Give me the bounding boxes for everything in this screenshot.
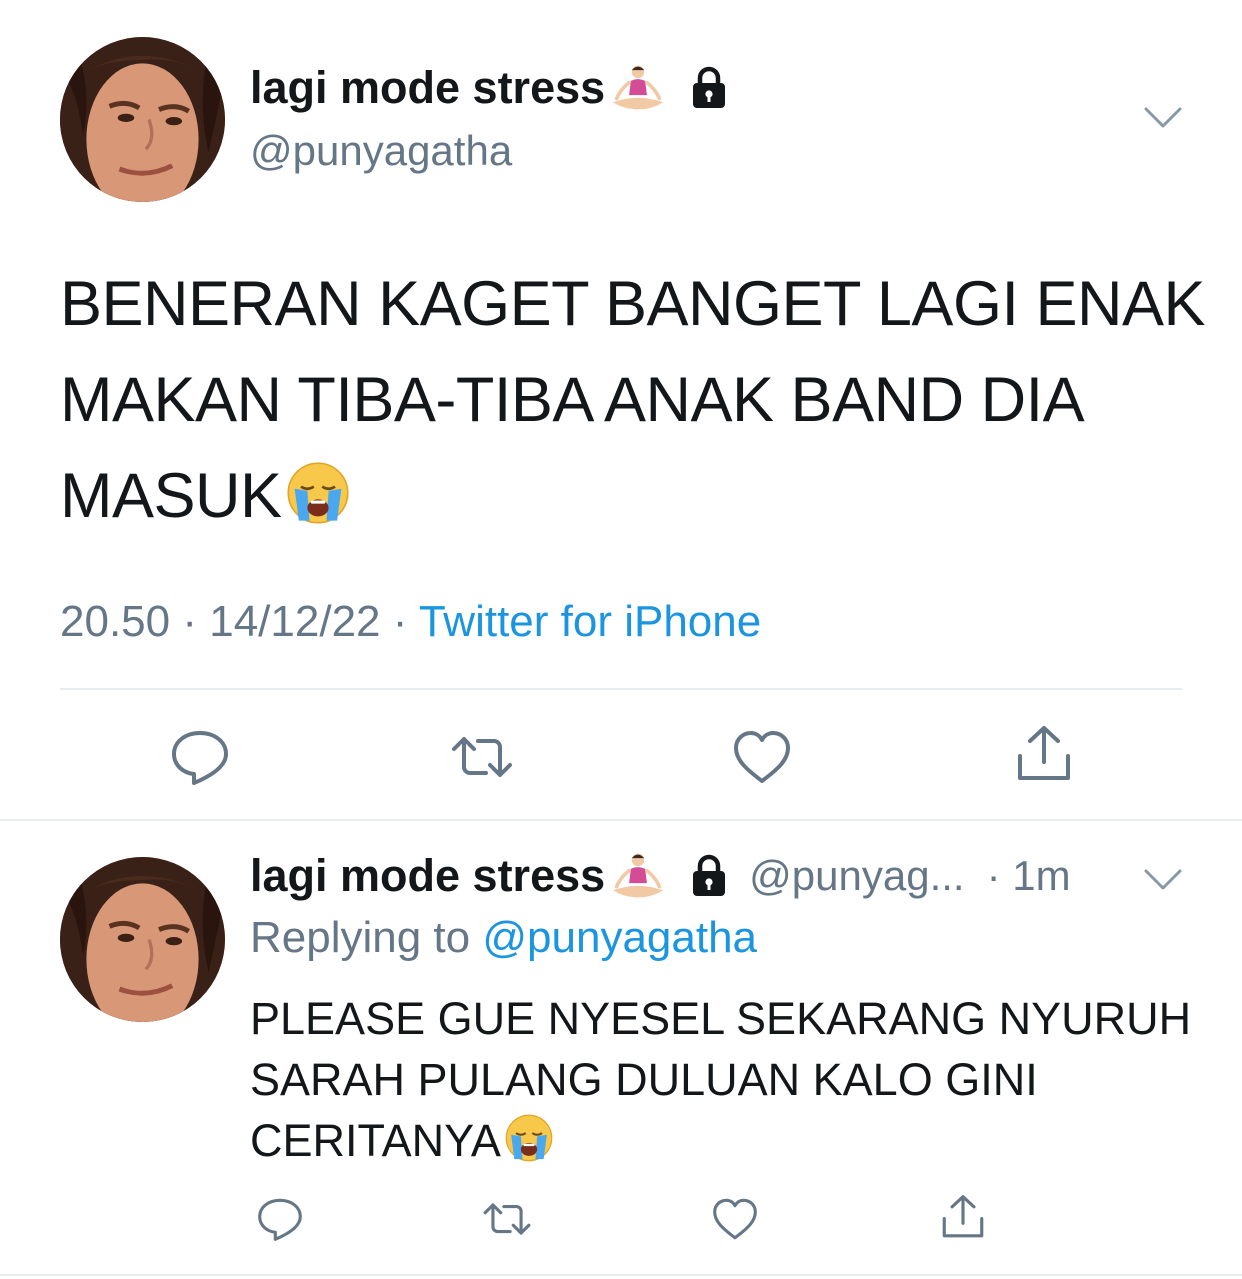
avatar[interactable]	[60, 857, 225, 1022]
tweet-text: PLEASE GUE NYESEL SEKARANG NYURUH SARAH …	[250, 993, 1192, 1166]
tweet-time: 20.50	[60, 597, 171, 646]
reply-mention-link[interactable]: @punyagatha	[482, 913, 757, 962]
retweet-button[interactable]	[450, 725, 514, 789]
lock-icon	[687, 66, 731, 110]
profile-photo	[60, 37, 225, 202]
retweet-icon	[482, 1194, 532, 1244]
tweet-source-link[interactable]: Twitter for iPhone	[419, 597, 761, 646]
avatar[interactable]	[60, 37, 225, 202]
reply-icon	[255, 1194, 305, 1244]
tweet-time[interactable]: · 1m	[987, 852, 1071, 900]
tweet-text: BENERAN KAGET BANGET LAGI ENAK MAKAN TIB…	[60, 269, 1206, 531]
tweet-author-handle[interactable]: @punyag...	[749, 852, 964, 900]
like-button[interactable]	[710, 1194, 760, 1244]
profile-photo	[60, 857, 225, 1022]
lock-icon	[687, 854, 731, 898]
loudly-crying-face-emoji	[284, 459, 352, 527]
tweet-body: BENERAN KAGET BANGET LAGI ENAK MAKAN TIB…	[60, 256, 1210, 544]
divider	[0, 1274, 1242, 1276]
reply-header: lagi mode stress @punyag... · 1m	[250, 850, 1071, 902]
reply-button[interactable]	[168, 725, 232, 789]
loudly-crying-face-emoji	[503, 1112, 555, 1164]
person-in-lotus-position-emoji	[609, 851, 667, 901]
retweet-button[interactable]	[482, 1194, 532, 1244]
like-icon	[730, 725, 794, 789]
reply-button[interactable]	[255, 1194, 305, 1244]
divider	[60, 688, 1182, 690]
meta-separator: ·	[182, 597, 197, 646]
tweet-author-name[interactable]: lagi mode stress	[250, 62, 731, 114]
display-name-text: lagi mode stress	[250, 62, 606, 113]
share-icon	[938, 1192, 988, 1242]
reply-body: PLEASE GUE NYESEL SEKARANG NYURUH SARAH …	[250, 988, 1210, 1171]
display-name-text: lagi mode stress	[250, 850, 606, 901]
share-button[interactable]	[1012, 722, 1076, 786]
tweet-author-handle[interactable]: @punyagatha	[250, 127, 512, 175]
replying-prefix: Replying to	[250, 913, 471, 962]
person-in-lotus-position-emoji	[609, 63, 667, 113]
tweet-author-name[interactable]: lagi mode stress	[250, 850, 731, 902]
replying-to: Replying to @punyagatha	[250, 913, 757, 963]
tweet-date[interactable]: 14/12/22	[209, 597, 380, 646]
meta-separator: ·	[392, 597, 408, 646]
like-button[interactable]	[730, 725, 794, 789]
retweet-icon	[450, 725, 514, 789]
chevron-down-icon[interactable]	[1143, 868, 1183, 892]
share-button[interactable]	[938, 1192, 988, 1242]
tweet-metadata: 20.50 · 14/12/22 · Twitter for iPhone	[60, 597, 761, 647]
reply-icon	[168, 725, 232, 789]
divider	[0, 819, 1242, 821]
chevron-down-icon[interactable]	[1143, 106, 1183, 130]
share-icon	[1012, 722, 1076, 786]
like-icon	[710, 1194, 760, 1244]
